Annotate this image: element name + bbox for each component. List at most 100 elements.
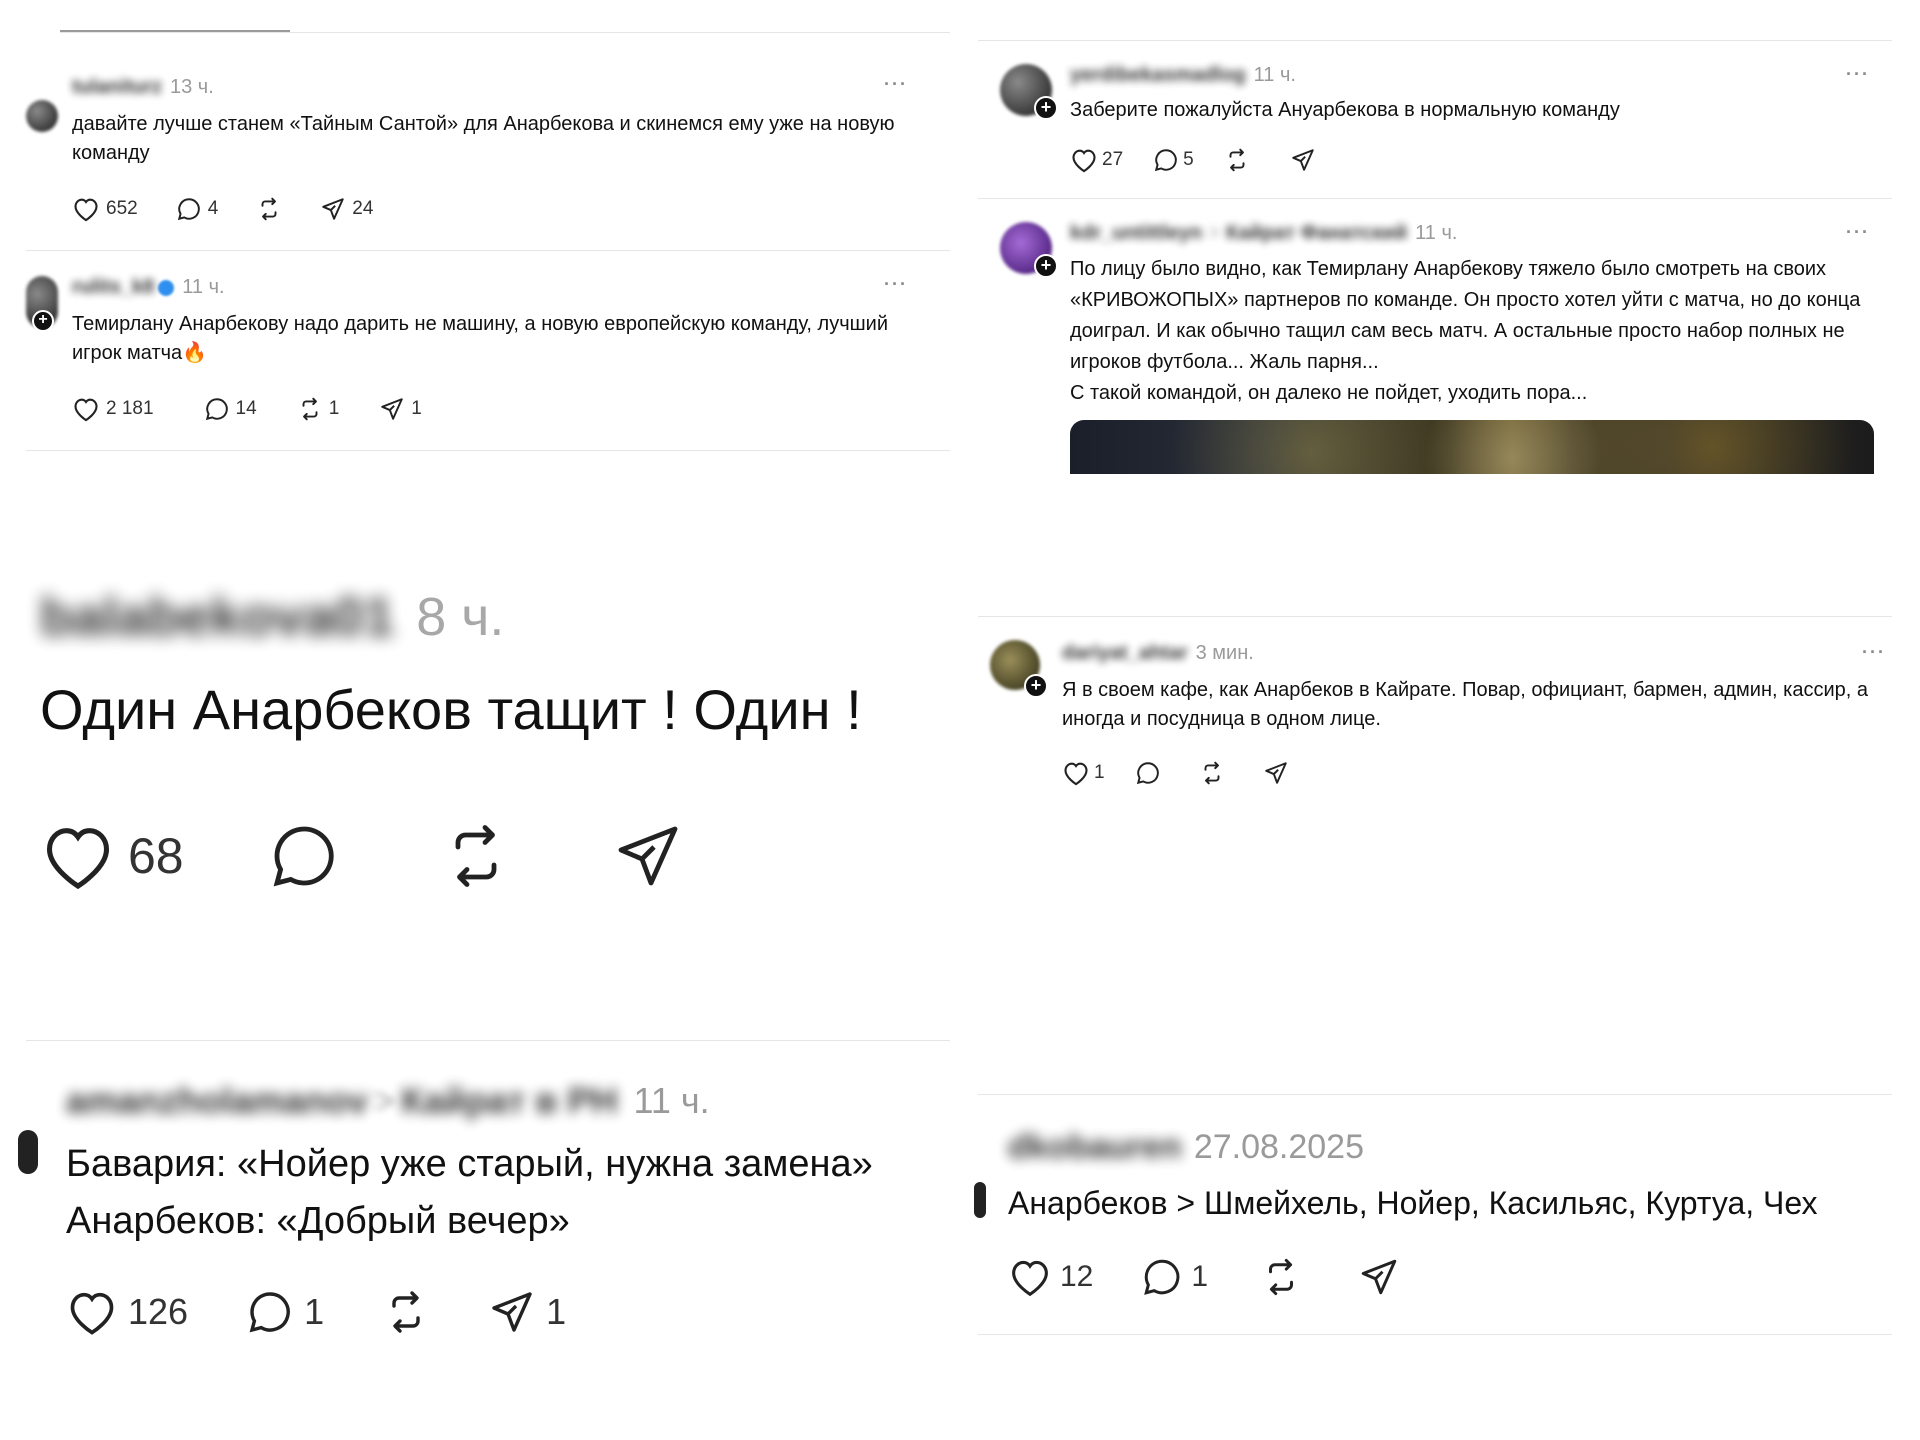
post-text: Темирлану Анарбекову надо дарить не маши… <box>72 313 889 364</box>
repost-button[interactable] <box>1260 1256 1302 1298</box>
post-header: yerdibekasmadlog 11 ч. <box>1070 64 1296 87</box>
repost-button[interactable] <box>256 196 282 222</box>
more-options-button[interactable]: ··· <box>884 74 908 95</box>
username[interactable]: dkobauren <box>1008 1128 1182 1167</box>
avatar[interactable] <box>18 1130 38 1174</box>
avatar[interactable] <box>26 100 58 132</box>
post-header: tulaniturz 13 ч. <box>72 76 214 99</box>
reply-count: 5 <box>1183 149 1194 170</box>
post-time: 13 ч. <box>170 76 214 98</box>
heart-icon <box>1070 147 1098 173</box>
comment-icon <box>1141 1256 1183 1298</box>
like-count: 68 <box>128 828 184 884</box>
reply-button[interactable]: 1 <box>1141 1256 1208 1298</box>
share-button[interactable] <box>1263 760 1289 786</box>
divider <box>60 32 950 33</box>
post-header: amanzholamanov > Кайрат в РН 11 ч. <box>66 1080 710 1122</box>
share-button[interactable]: 24 <box>320 196 373 222</box>
avatar[interactable] <box>974 1182 986 1218</box>
post-actions: 126 1 1 <box>66 1288 566 1336</box>
post-header: balabekova01 8 ч. <box>40 586 504 648</box>
plus-icon[interactable]: + <box>1024 674 1048 698</box>
username[interactable]: dariyat_ahtar <box>1062 642 1188 665</box>
repost-button[interactable] <box>440 820 512 892</box>
post-time: 11 ч. <box>182 276 225 298</box>
comment-icon <box>246 1288 294 1336</box>
repost-button[interactable]: 1 <box>297 396 340 422</box>
username[interactable]: yerdibekasmadlog <box>1070 64 1246 87</box>
community-name[interactable]: Кайрат в РН <box>401 1080 617 1122</box>
reply-button[interactable]: 1 <box>246 1288 324 1336</box>
like-button[interactable]: 27 <box>1070 147 1123 173</box>
username[interactable]: balabekova01 <box>40 586 394 648</box>
divider <box>978 40 1892 41</box>
username[interactable]: rulits_k8 <box>72 276 154 299</box>
username[interactable]: amanzholamanov <box>66 1080 368 1122</box>
heart-icon <box>1008 1257 1052 1297</box>
reply-button[interactable]: 14 <box>204 396 257 422</box>
share-button[interactable]: 1 <box>379 396 422 422</box>
plus-icon[interactable]: + <box>1034 254 1058 278</box>
separator: > <box>374 1080 396 1121</box>
share-button[interactable] <box>612 820 684 892</box>
like-button[interactable]: 1 <box>1062 760 1105 786</box>
heart-icon <box>72 196 100 222</box>
share-icon <box>1358 1256 1400 1298</box>
post-text: Один Анарбеков тащит ! Один ! <box>40 678 862 741</box>
reply-count: 1 <box>1191 1260 1209 1293</box>
post-header: dariyat_ahtar 3 мин. <box>1062 642 1254 665</box>
share-count: 24 <box>352 198 374 219</box>
username[interactable]: tulaniturz <box>72 76 162 99</box>
repost-button[interactable] <box>1199 760 1225 786</box>
like-count: 126 <box>128 1291 189 1332</box>
like-button[interactable]: 68 <box>40 821 184 891</box>
reply-button[interactable]: 5 <box>1153 147 1194 173</box>
post-time: 11 ч. <box>1415 222 1458 244</box>
post-time: 8 ч. <box>416 587 505 647</box>
community-name[interactable]: Кайрат Фанатский <box>1226 222 1407 245</box>
post-text: По лицу было видно, как Темирлану Анарбе… <box>1070 258 1861 404</box>
reply-button[interactable] <box>268 820 340 892</box>
like-button[interactable]: 12 <box>1008 1257 1093 1297</box>
repost-button[interactable] <box>1224 147 1250 173</box>
share-count: 1 <box>546 1291 567 1332</box>
post-actions: 12 1 <box>1008 1256 1400 1298</box>
share-button[interactable]: 1 <box>488 1288 566 1336</box>
repost-icon <box>440 820 512 892</box>
post-time: 11 ч. <box>1253 64 1296 86</box>
post-text: Я в своем кафе, как Анарбеков в Кайрате.… <box>1062 679 1868 730</box>
more-options-button[interactable]: ··· <box>1862 642 1886 663</box>
share-icon <box>379 396 405 422</box>
verified-badge-icon <box>158 279 175 296</box>
heart-icon <box>72 396 100 422</box>
like-button[interactable]: 652 <box>72 196 138 222</box>
post-actions: 652 4 24 <box>72 196 373 222</box>
reply-count: 14 <box>235 398 257 419</box>
plus-icon[interactable]: + <box>1034 96 1058 120</box>
like-button[interactable]: 126 <box>66 1288 188 1336</box>
reply-button[interactable]: 4 <box>176 196 218 222</box>
divider <box>26 1040 950 1041</box>
repost-button[interactable] <box>382 1288 430 1336</box>
post-photo[interactable] <box>1070 420 1874 474</box>
username[interactable]: kdr_untittleyn <box>1070 222 1202 245</box>
post-header: kdr_untittleyn > Кайрат Фанатский 11 ч. <box>1070 222 1457 245</box>
repost-count: 1 <box>328 398 340 419</box>
like-button[interactable]: 2 181 <box>72 396 154 422</box>
heart-icon <box>1062 760 1090 786</box>
reply-button[interactable] <box>1135 760 1161 786</box>
more-options-button[interactable]: ··· <box>884 274 908 295</box>
divider <box>26 250 950 251</box>
post-text: Заберите пожалуйста Ануарбекова в нормал… <box>1070 99 1620 121</box>
more-options-button[interactable]: ··· <box>1846 64 1870 85</box>
share-icon <box>1263 760 1289 786</box>
plus-icon[interactable]: + <box>32 310 54 332</box>
post-header: dkobauren 27.08.2025 <box>1008 1128 1364 1167</box>
like-count: 2 181 <box>106 398 154 419</box>
share-button[interactable] <box>1358 1256 1400 1298</box>
comment-icon <box>1135 760 1161 786</box>
repost-icon <box>256 196 282 222</box>
share-button[interactable] <box>1290 147 1316 173</box>
separator: > <box>1208 222 1220 244</box>
more-options-button[interactable]: ··· <box>1846 222 1870 243</box>
